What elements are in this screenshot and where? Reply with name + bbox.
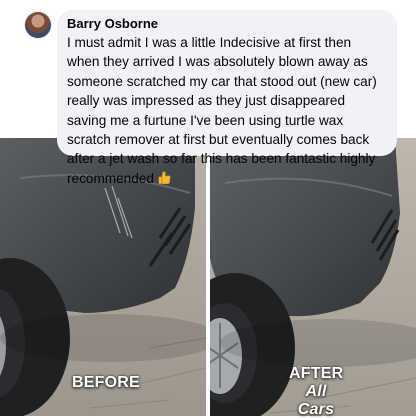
thumbs-up-icon	[158, 171, 171, 184]
after-label-line2: All Cars	[297, 383, 335, 418]
after-label: AFTER All Cars	[289, 365, 343, 419]
avatar[interactable]	[25, 12, 51, 38]
comment-bubble: Barry Osborne I must admit I was a littl…	[57, 10, 397, 186]
after-label-line1: AFTER	[289, 365, 344, 382]
before-label: BEFORE	[72, 374, 140, 391]
comment-text: I must admit I was a little Indecisive a…	[67, 35, 377, 186]
comment-text-block: I must admit I was a little Indecisive a…	[67, 33, 387, 188]
comment-author[interactable]: Barry Osborne	[67, 16, 387, 32]
comment: Barry Osborne I must admit I was a littl…	[0, 0, 416, 186]
